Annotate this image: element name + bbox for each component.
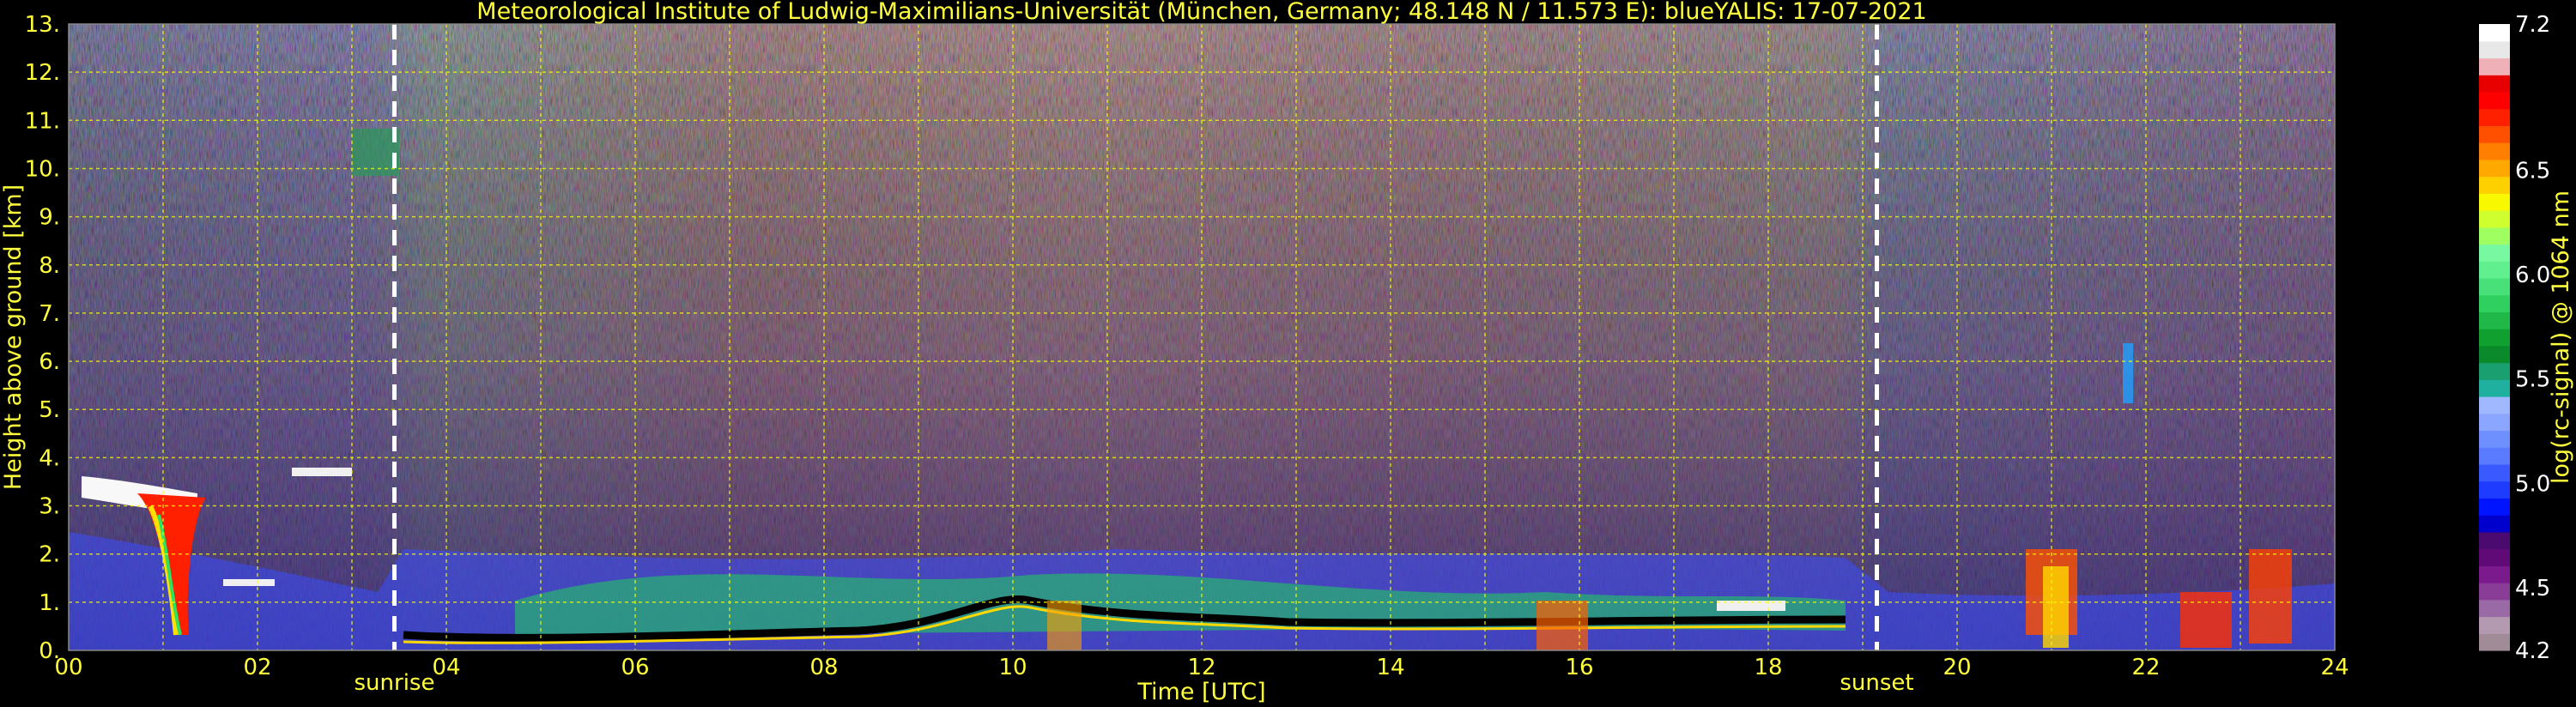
colorbar-tick-label: 6.0 — [2515, 263, 2550, 288]
x-tick-label: 04 — [432, 655, 460, 680]
lidar-figure: sunrise sunset 0.1.2.3.4.5.6.7.8.9.10.11.… — [0, 0, 2574, 705]
colorbar-swatch — [2479, 531, 2510, 550]
colorbar-swatch — [2479, 210, 2510, 228]
colorbar-ticks: 7.2 6.5 6.0 5.5 5.0 4.5 4.2 — [2515, 12, 2550, 664]
colorbar — [2479, 24, 2510, 651]
x-tick-label: 14 — [1376, 655, 1404, 680]
x-tick-label: 00 — [54, 655, 82, 680]
colorbar-swatch — [2479, 311, 2510, 329]
colorbar-swatch — [2479, 227, 2510, 245]
x-tick-label: 10 — [998, 655, 1027, 680]
colorbar-swatch — [2479, 447, 2510, 465]
x-tick-label: 20 — [1943, 655, 1971, 680]
y-tick-label: 11. — [25, 108, 60, 134]
colorbar-swatch — [2479, 261, 2510, 279]
colorbar-swatch — [2479, 498, 2510, 516]
y-tick-label: 12. — [25, 60, 60, 86]
colorbar-swatch — [2479, 159, 2510, 178]
colorbar-swatch — [2479, 430, 2510, 448]
y-tick-label: 7. — [39, 301, 60, 327]
x-tick-label: 12 — [1187, 655, 1215, 680]
colorbar-swatch — [2479, 40, 2510, 59]
colorbar-swatch — [2479, 413, 2510, 432]
y-tick-label: 8. — [39, 253, 60, 279]
colorbar-tick-label: 4.2 — [2515, 638, 2550, 664]
colorbar-swatch — [2479, 583, 2510, 601]
marker-label-sunset: sunset — [1840, 670, 1913, 696]
colorbar-swatch — [2479, 57, 2510, 76]
x-tick-label: 02 — [243, 655, 271, 680]
y-tick-label: 10. — [25, 156, 60, 182]
x-axis-label: Time [UTC] — [1136, 679, 1265, 705]
colorbar-swatch — [2479, 193, 2510, 211]
colorbar-swatch — [2479, 565, 2510, 583]
marker-label-sunrise: sunrise — [355, 670, 435, 696]
x-tick-label: 06 — [621, 655, 649, 680]
colorbar-tick-label: 7.2 — [2515, 12, 2550, 38]
y-axis-ticks: 0.1.2.3.4.5.6.7.8.9.10.11.12.13. — [25, 12, 60, 664]
y-axis-label: Height above ground [km] — [0, 184, 27, 490]
colorbar-swatch — [2479, 91, 2510, 110]
colorbar-tick-label: 5.0 — [2515, 471, 2550, 497]
colorbar-swatch — [2479, 362, 2510, 380]
chart-title: Meteorological Institute of Ludwig-Maxim… — [476, 0, 1926, 25]
x-tick-label: 08 — [809, 655, 838, 680]
colorbar-label: log(rc-signal) @ 1064 nm — [2548, 190, 2574, 484]
x-tick-label: 22 — [2131, 655, 2160, 680]
colorbar-swatch — [2479, 633, 2510, 651]
y-tick-label: 3. — [39, 494, 60, 520]
y-tick-label: 9. — [39, 205, 60, 231]
colorbar-swatch — [2479, 396, 2510, 414]
colorbar-swatch — [2479, 75, 2510, 93]
colorbar-swatch — [2479, 548, 2510, 566]
colorbar-swatch — [2479, 176, 2510, 194]
colorbar-swatch — [2479, 345, 2510, 364]
y-tick-label: 4. — [39, 445, 60, 471]
x-tick-label: 24 — [2320, 655, 2349, 680]
colorbar-swatch — [2479, 616, 2510, 634]
colorbar-swatch — [2479, 24, 2510, 42]
colorbar-swatch — [2479, 294, 2510, 313]
colorbar-swatch — [2479, 480, 2510, 499]
y-tick-label: 2. — [39, 542, 60, 568]
colorbar-swatch — [2479, 379, 2510, 397]
y-tick-label: 13. — [25, 12, 60, 38]
colorbar-tick-label: 6.5 — [2515, 158, 2550, 184]
colorbar-swatch — [2479, 142, 2510, 160]
plot-area: sunrise sunset — [68, 23, 2336, 696]
colorbar-tick-label: 4.5 — [2515, 576, 2550, 601]
x-tick-label: 18 — [1754, 655, 1782, 680]
colorbar-swatch — [2479, 125, 2510, 143]
colorbar-swatch — [2479, 277, 2510, 296]
y-tick-label: 5. — [39, 397, 60, 423]
colorbar-swatch — [2479, 599, 2510, 618]
colorbar-swatch — [2479, 329, 2510, 347]
colorbar-swatch — [2479, 108, 2510, 126]
colorbar-swatch — [2479, 515, 2510, 533]
colorbar-tick-label: 5.5 — [2515, 367, 2550, 393]
colorbar-swatch — [2479, 463, 2510, 482]
x-tick-label: 16 — [1565, 655, 1593, 680]
colorbar-swatch — [2479, 244, 2510, 262]
y-tick-label: 1. — [39, 590, 60, 616]
y-tick-label: 6. — [39, 349, 60, 375]
